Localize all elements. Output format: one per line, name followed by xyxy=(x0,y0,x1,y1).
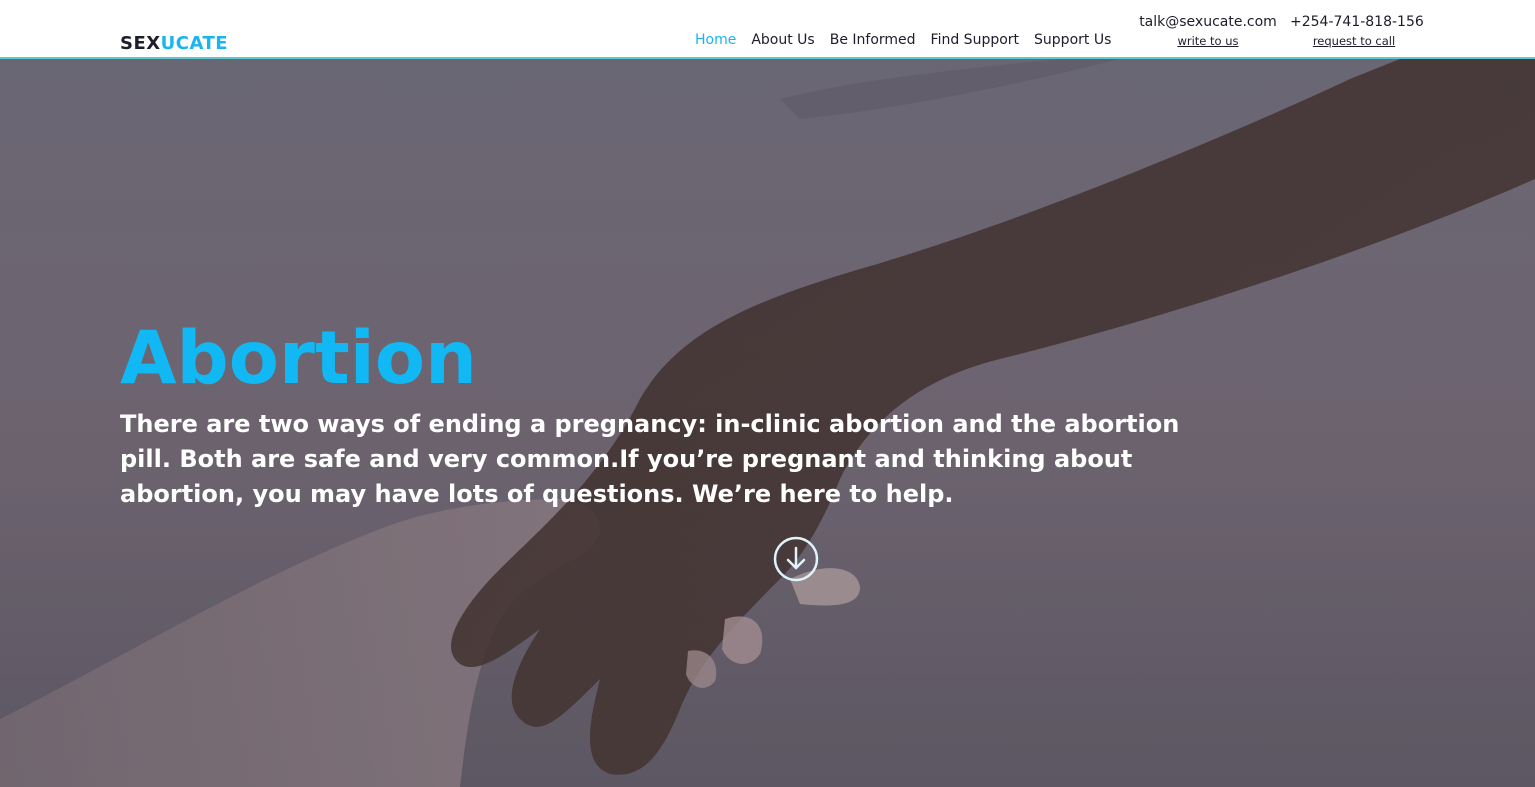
contact-phone-block: +254-741-818-156 request to call xyxy=(1290,12,1424,49)
nav-support-us[interactable]: Support Us xyxy=(1029,31,1116,49)
write-to-us-link[interactable]: write to us xyxy=(1137,33,1279,49)
nav-about-us[interactable]: About Us xyxy=(746,31,819,49)
contact-email[interactable]: talk@sexucate.com xyxy=(1137,12,1279,32)
main-nav: Home About Us Be Informed Find Support S… xyxy=(690,31,1121,49)
hero-title: Abortion xyxy=(120,316,477,401)
logo-part-2: UCATE xyxy=(160,33,229,54)
site-header: SEXUCATE Home About Us Be Informed Find … xyxy=(0,0,1535,59)
contact-phone[interactable]: +254-741-818-156 xyxy=(1290,12,1424,32)
hero-description: There are two ways of ending a pregnancy… xyxy=(120,410,1180,508)
request-to-call-link[interactable]: request to call xyxy=(1290,33,1418,49)
scroll-down-button[interactable] xyxy=(773,536,819,582)
nav-home[interactable]: Home xyxy=(690,31,741,49)
nav-find-support[interactable]: Find Support xyxy=(926,31,1024,49)
arrow-down-circle-icon xyxy=(773,536,819,582)
site-logo[interactable]: SEXUCATE xyxy=(120,33,228,55)
logo-part-1: SEX xyxy=(120,33,161,54)
nav-be-informed[interactable]: Be Informed xyxy=(825,31,921,49)
contact-email-block: talk@sexucate.com write to us xyxy=(1137,12,1279,49)
hero-section: Abortion There are two ways of ending a … xyxy=(0,59,1535,787)
